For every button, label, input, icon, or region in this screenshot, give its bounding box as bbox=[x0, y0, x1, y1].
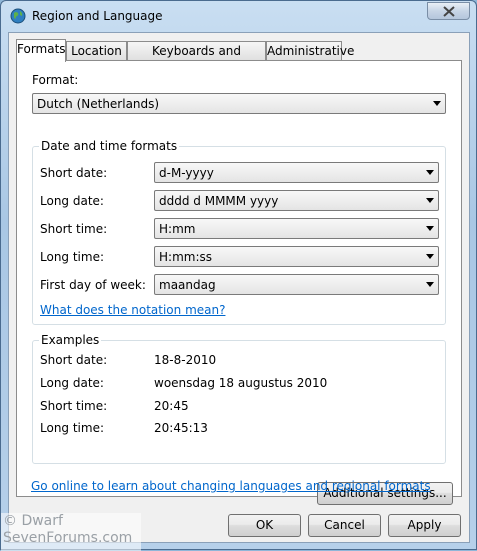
long-time-dropdown[interactable]: H:mm:ss bbox=[154, 246, 439, 267]
first-day-of-week-dropdown[interactable]: maandag bbox=[154, 274, 439, 295]
tab-location[interactable]: Location bbox=[66, 41, 127, 60]
example-long-time-value: 20:45:13 bbox=[154, 421, 208, 435]
example-short-time-label: Short time: bbox=[40, 399, 108, 413]
formats-panel: Format: Dutch (Netherlands) Date and tim… bbox=[16, 60, 462, 505]
chevron-down-icon bbox=[426, 170, 434, 175]
examples-group: Examples Short date: 18-8-2010 Long date… bbox=[32, 333, 446, 464]
example-long-date-label: Long date: bbox=[40, 376, 104, 390]
chevron-down-icon bbox=[426, 282, 434, 287]
close-button[interactable] bbox=[427, 2, 470, 20]
first-day-of-week-label: First day of week: bbox=[40, 278, 146, 292]
long-date-label: Long date: bbox=[40, 194, 104, 208]
chevron-down-icon bbox=[426, 254, 434, 259]
apply-button[interactable]: Apply bbox=[388, 514, 461, 537]
example-short-date-label: Short date: bbox=[40, 353, 108, 367]
long-date-value: dddd d MMMM yyyy bbox=[159, 194, 279, 208]
watermark: © Dwarf SevenForums.com bbox=[1, 513, 141, 551]
short-time-label: Short time: bbox=[40, 222, 108, 236]
long-date-dropdown[interactable]: dddd d MMMM yyyy bbox=[154, 190, 439, 211]
tab-administrative[interactable]: Administrative bbox=[266, 41, 354, 60]
long-time-value: H:mm:ss bbox=[159, 250, 212, 264]
long-time-label: Long time: bbox=[40, 250, 105, 264]
short-date-value: d-M-yyyy bbox=[159, 166, 214, 180]
first-day-of-week-value: maandag bbox=[159, 278, 216, 292]
short-date-dropdown[interactable]: d-M-yyyy bbox=[154, 162, 439, 183]
short-time-value: H:mm bbox=[159, 222, 196, 236]
format-value: Dutch (Netherlands) bbox=[37, 97, 160, 111]
date-time-formats-group: Date and time formats Short date: d-M-yy… bbox=[32, 139, 446, 325]
notation-help-link[interactable]: What does the notation mean? bbox=[40, 303, 225, 317]
dialog-client-area: Formats Location Keyboards and Languages… bbox=[8, 32, 470, 543]
format-label: Format: bbox=[32, 73, 79, 87]
tab-keyboards-and-languages[interactable]: Keyboards and Languages bbox=[127, 41, 266, 76]
example-short-time-value: 20:45 bbox=[154, 399, 189, 413]
example-long-time-label: Long time: bbox=[40, 421, 105, 435]
examples-title: Examples bbox=[39, 333, 102, 347]
window-title: Region and Language bbox=[32, 9, 163, 23]
chevron-down-icon bbox=[426, 226, 434, 231]
short-time-dropdown[interactable]: H:mm bbox=[154, 218, 439, 239]
chevron-down-icon bbox=[426, 198, 434, 203]
cancel-button[interactable]: Cancel bbox=[308, 514, 381, 537]
watermark-line-1: © Dwarf bbox=[3, 513, 63, 529]
chevron-down-icon bbox=[433, 101, 441, 106]
title-bar[interactable]: Region and Language bbox=[1, 1, 476, 31]
region-language-window: Region and Language Formats Location Key… bbox=[0, 0, 477, 551]
date-time-formats-title: Date and time formats bbox=[39, 139, 180, 153]
watermark-line-2: SevenForums.com bbox=[3, 530, 133, 546]
online-help-link[interactable]: Go online to learn about changing langua… bbox=[31, 479, 431, 493]
example-long-date-value: woensdag 18 augustus 2010 bbox=[154, 376, 328, 390]
tab-formats[interactable]: Formats bbox=[16, 39, 66, 62]
globe-icon bbox=[10, 8, 26, 24]
short-date-label: Short date: bbox=[40, 166, 108, 180]
example-short-date-value: 18-8-2010 bbox=[154, 353, 217, 367]
ok-button[interactable]: OK bbox=[228, 514, 301, 537]
format-dropdown[interactable]: Dutch (Netherlands) bbox=[32, 93, 446, 114]
close-icon bbox=[443, 6, 455, 17]
